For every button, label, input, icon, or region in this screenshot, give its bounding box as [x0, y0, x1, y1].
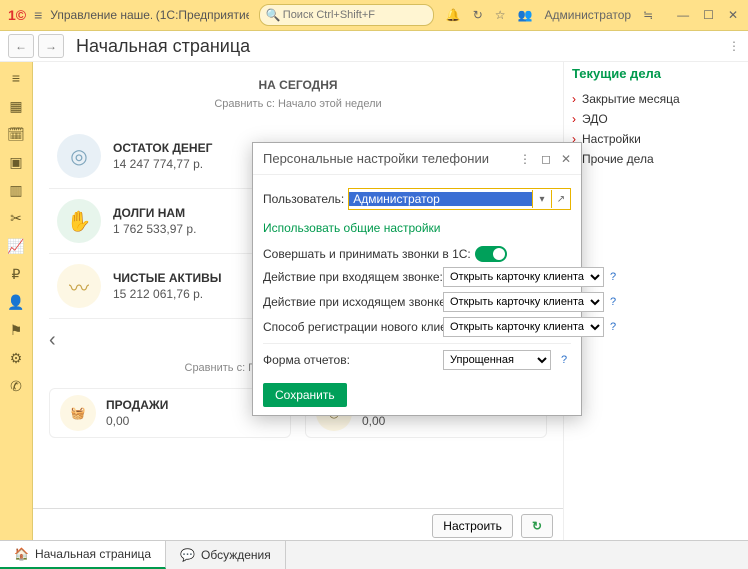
card-title: ПРОДАЖИ	[106, 398, 168, 412]
refresh-button[interactable]: ↻	[521, 514, 553, 538]
page-title: Начальная страница	[76, 36, 250, 57]
home-icon: 🏠	[14, 547, 29, 561]
app-context: (1С:Предприятие)	[156, 8, 249, 22]
global-search[interactable]: 🔍	[259, 4, 434, 26]
star-icon[interactable]: ☆	[493, 8, 508, 22]
rightpane-title: Текущие дела	[572, 66, 740, 81]
tab-label: Начальная страница	[35, 547, 151, 561]
app-title: Управление наше...	[50, 8, 151, 22]
chart-icon: 〰	[57, 264, 101, 308]
hand-icon: ✋	[57, 199, 101, 243]
nav-back-button[interactable]: ←	[8, 34, 34, 58]
card-value: 0,00	[362, 414, 454, 428]
current-user[interactable]: Администратор	[543, 8, 634, 22]
help-icon[interactable]: ?	[610, 320, 616, 334]
user-dropdown-icon[interactable]: ▾	[532, 190, 551, 208]
help-icon[interactable]: ?	[610, 295, 616, 309]
dialog-more-icon[interactable]: ⋮	[519, 152, 531, 166]
register-select[interactable]: Открыть карточку клиента	[443, 317, 604, 337]
toolbar: ← → Начальная страница ⋮	[0, 31, 748, 62]
chat-icon: 💬	[180, 548, 195, 562]
kpi-value: 14 247 774,77 р.	[113, 157, 212, 171]
sidebar-item-8[interactable]: 👤	[6, 292, 26, 312]
search-icon: 🔍	[266, 8, 281, 22]
user-input[interactable]	[349, 192, 532, 206]
user-label: Пользователь:	[263, 192, 344, 206]
today-header: НА СЕГОДНЯ	[49, 78, 547, 92]
calls-toggle[interactable]	[475, 246, 507, 262]
reportform-label: Форма отчетов:	[263, 353, 439, 367]
logo-1c: 1©	[8, 7, 26, 23]
user-open-icon[interactable]: ↗	[551, 190, 570, 208]
incoming-select[interactable]: Открыть карточку клиента	[443, 267, 604, 287]
kpi-title: ЧИСТЫЕ АКТИВЫ	[113, 271, 222, 285]
titlebar: 1© ≡ Управление наше... (1С:Предприятие)…	[0, 0, 748, 31]
save-button[interactable]: Сохранить	[263, 383, 347, 407]
help-icon[interactable]: ?	[557, 353, 571, 367]
outgoing-label: Действие при исходящем звонке:	[263, 295, 439, 309]
dialog-popout-icon[interactable]: ◻	[541, 152, 551, 166]
rp-item-other[interactable]: Прочие дела	[572, 149, 740, 169]
register-label: Способ регистрации нового клиента:	[263, 320, 439, 334]
nav-forward-button[interactable]: →	[38, 34, 64, 58]
sidebar-item-5[interactable]: ✂	[6, 208, 26, 228]
settings-button[interactable]: Настроить	[432, 514, 513, 538]
sidebar-item-3[interactable]: ▣	[6, 152, 26, 172]
sidebar-item-2[interactable]: 🗓	[6, 124, 26, 144]
sidebar-item-6[interactable]: 📈	[6, 236, 26, 256]
rp-item-edo[interactable]: ЭДО	[572, 109, 740, 129]
outgoing-select[interactable]: Открыть карточку клиента	[443, 292, 604, 312]
sidebar-item-7[interactable]: ₽	[6, 264, 26, 284]
menu-icon[interactable]: ≡	[34, 7, 42, 23]
tab-talk[interactable]: 💬 Обсуждения	[166, 541, 286, 569]
tab-home[interactable]: 🏠 Начальная страница	[0, 541, 166, 569]
maximize-icon[interactable]: ☐	[701, 8, 716, 22]
sidebar-item-1[interactable]: ▦	[6, 96, 26, 116]
today-compare: Сравнить с: Начало этой недели	[49, 98, 547, 110]
sidebar-item-10[interactable]: ⚙	[6, 348, 26, 368]
close-icon[interactable]: ✕	[726, 8, 740, 22]
dialog-close-icon[interactable]: ✕	[561, 152, 571, 166]
sidebar-item-11[interactable]: ✆	[6, 376, 26, 396]
help-icon[interactable]: ?	[610, 270, 616, 284]
rp-item-close-month[interactable]: Закрытие месяца	[572, 89, 740, 109]
sidebar-item-9[interactable]: ⚑	[6, 320, 26, 340]
filter-icon[interactable]: ≒	[641, 8, 655, 22]
sidebar: ≡ ▦ 🗓 ▣ ▥ ✂ 📈 ₽ 👤 ⚑ ⚙ ✆	[0, 62, 33, 543]
kpi-title: ОСТАТОК ДЕНЕГ	[113, 141, 212, 155]
dialog-title: Персональные настройки телефонии	[263, 151, 489, 166]
card-value: 0,00	[106, 414, 168, 428]
calls-label: Совершать и принимать звонки в 1С:	[263, 247, 471, 261]
sidebar-menu-icon[interactable]: ≡	[6, 68, 26, 88]
users-icon[interactable]: 👥	[516, 8, 535, 22]
bell-icon[interactable]: 🔔	[444, 8, 463, 22]
kpi-title: ДОЛГИ НАМ	[113, 206, 196, 220]
reportform-select[interactable]: Упрощенная	[443, 350, 551, 370]
use-common-link[interactable]: Использовать общие настройки	[263, 221, 441, 235]
minimize-icon[interactable]: —	[675, 8, 691, 22]
kpi-value: 1 762 533,97 р.	[113, 222, 196, 236]
basket-icon: 🧺	[60, 395, 96, 431]
coins-icon: ◎	[57, 134, 101, 178]
kpi-value: 15 212 061,76 р.	[113, 287, 222, 301]
rp-item-settings[interactable]: Настройки	[572, 129, 740, 149]
page-menu-icon[interactable]: ⋮	[728, 39, 740, 53]
sidebar-item-4[interactable]: ▥	[6, 180, 26, 200]
history-icon[interactable]: ↻	[471, 8, 485, 22]
search-input[interactable]	[281, 8, 427, 22]
bottom-tabs: 🏠 Начальная страница 💬 Обсуждения	[0, 540, 748, 569]
tab-label: Обсуждения	[201, 548, 271, 562]
divider	[263, 343, 571, 344]
user-field[interactable]: ▾ ↗	[348, 188, 571, 210]
incoming-label: Действие при входящем звонке:	[263, 270, 439, 284]
telephony-settings-dialog: Персональные настройки телефонии ⋮ ◻ ✕ П…	[252, 142, 582, 416]
